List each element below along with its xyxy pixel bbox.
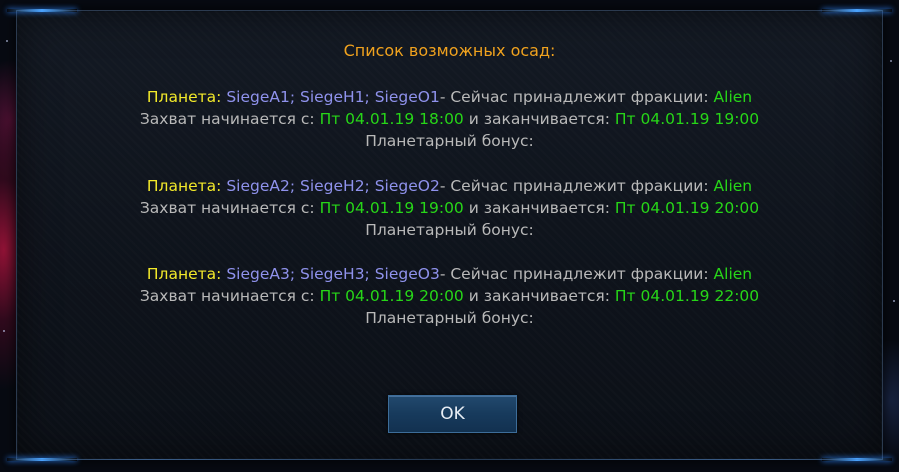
end-text: и заканчивается: (468, 110, 610, 128)
planet-line: Планета: SiegeA2; SiegeH2; SiegeO2- Сейч… (17, 175, 882, 197)
background-star (890, 60, 892, 62)
planet-label: Планета: (146, 88, 222, 106)
planet-label: Планета: (146, 177, 222, 195)
start-text: Захват начинается с: (139, 287, 315, 305)
start-time: Пт 04.01.19 19:00 (319, 199, 464, 217)
faction-name: Alien (713, 177, 753, 195)
time-line: Захват начинается с: Пт 04.01.19 19:00 и… (17, 197, 882, 219)
dialog-title: Список возможных осад: (343, 41, 556, 60)
corner-glow (822, 9, 892, 12)
start-time: Пт 04.01.19 18:00 (319, 110, 464, 128)
planet-names: SiegeA1; SiegeH1; SiegeO1 (226, 88, 440, 106)
start-text: Захват начинается с: (139, 199, 315, 217)
start-time: Пт 04.01.19 20:00 (319, 287, 464, 305)
end-text: и заканчивается: (468, 287, 610, 305)
end-time: Пт 04.01.19 19:00 (614, 110, 760, 128)
planet-label: Планета: (146, 265, 222, 283)
end-time: Пт 04.01.19 22:00 (614, 287, 760, 305)
planet-line: Планета: SiegeA1; SiegeH1; SiegeO1- Сейч… (17, 86, 882, 108)
owner-text: - Сейчас принадлежит фракции: (439, 177, 709, 195)
owner-text: - Сейчас принадлежит фракции: (439, 88, 709, 106)
end-time: Пт 04.01.19 20:00 (614, 199, 760, 217)
siege-list-dialog: Список возможных осад: Планета: SiegeA1;… (7, 9, 892, 461)
planet-bonus: Планетарный бонус: (365, 221, 534, 239)
ok-button[interactable]: OK (388, 395, 517, 433)
end-text: и заканчивается: (468, 199, 610, 217)
game-screen: Список возможных осад: Планета: SiegeA1;… (0, 0, 899, 472)
background-star (3, 330, 5, 332)
time-line: Захват начинается с: Пт 04.01.19 18:00 и… (17, 108, 882, 130)
faction-name: Alien (713, 88, 753, 106)
planet-bonus: Планетарный бонус: (365, 132, 534, 150)
planet-bonus: Планетарный бонус: (365, 309, 534, 327)
corner-glow (7, 9, 77, 12)
planet-line: Планета: SiegeA3; SiegeH3; SiegeO3- Сейч… (17, 263, 882, 285)
start-text: Захват начинается с: (139, 110, 315, 128)
siege-entry: Планета: SiegeA3; SiegeH3; SiegeO3- Сейч… (17, 263, 882, 329)
siege-entry: Планета: SiegeA2; SiegeH2; SiegeO2- Сейч… (17, 175, 882, 241)
time-line: Захват начинается с: Пт 04.01.19 20:00 и… (17, 285, 882, 307)
planet-names: SiegeA3; SiegeH3; SiegeO3 (226, 265, 440, 283)
dialog-border (17, 459, 882, 460)
background-star (6, 40, 8, 42)
background-star (893, 300, 895, 302)
siege-entry: Планета: SiegeA1; SiegeH1; SiegeO1- Сейч… (17, 86, 882, 152)
faction-name: Alien (713, 265, 753, 283)
owner-text: - Сейчас принадлежит фракции: (439, 265, 709, 283)
planet-names: SiegeA2; SiegeH2; SiegeO2 (226, 177, 440, 195)
